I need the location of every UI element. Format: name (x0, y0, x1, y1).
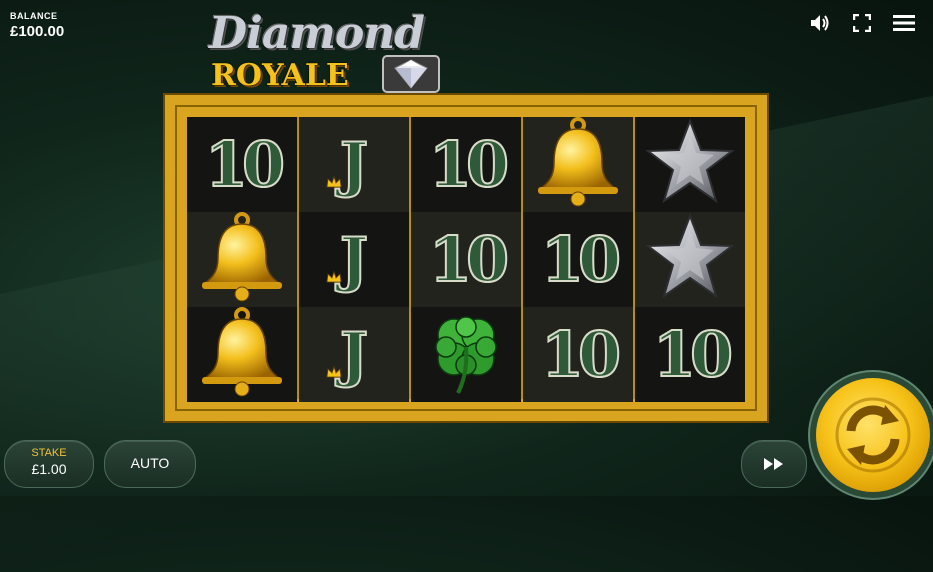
reel-1: 10 (187, 117, 297, 402)
reel-2: JJJ (299, 117, 409, 402)
ten-symbol: 10 (540, 222, 622, 297)
ten-symbol: 10 (204, 127, 286, 202)
crown-icon (326, 270, 342, 282)
reel-cell: J (299, 307, 409, 402)
reel-cell: J (299, 117, 409, 212)
reel-5: 10 (635, 117, 745, 402)
reel-cell (523, 117, 633, 212)
stake-button[interactable]: STAKE £1.00 (4, 440, 94, 488)
clover-icon (420, 307, 512, 402)
reel-cell: 10 (523, 212, 633, 307)
logo-line2: ROYALE (211, 58, 349, 93)
star-icon (644, 212, 736, 307)
game-logo: Diamond ROYALE (205, 6, 455, 96)
reels-grid: 10 J J J 10 10 10 10 10 (187, 117, 745, 402)
balance-label: BALANCE (10, 11, 58, 21)
logo-line1: Diamond (209, 8, 425, 59)
reel-4: 10 10 (523, 117, 633, 402)
auto-button[interactable]: AUTO (104, 440, 196, 488)
reel-cell (187, 212, 297, 307)
reel-cell: 10 (523, 307, 633, 402)
stake-label: STAKE (31, 447, 67, 459)
ten-symbol: 10 (428, 222, 510, 297)
top-toolbar (809, 12, 915, 34)
stake-value: £1.00 (31, 461, 67, 477)
reel-cell: 10 (635, 307, 745, 402)
ten-symbol: 10 (428, 127, 510, 202)
fast-play-button[interactable] (741, 440, 807, 488)
reel-cell: 10 (411, 117, 521, 212)
menu-icon[interactable] (893, 12, 915, 34)
fullscreen-icon[interactable] (851, 12, 873, 34)
balance-display: BALANCE £100.00 (10, 11, 64, 40)
reel-cell (635, 212, 745, 307)
reel-cell: 10 (187, 117, 297, 212)
reel-3: 10 10 (411, 117, 521, 402)
ten-symbol: 10 (652, 317, 734, 392)
reel-cell (187, 307, 297, 402)
balance-value: £100.00 (10, 23, 65, 40)
jack-symbol: J (326, 319, 369, 391)
spin-arrows-icon (835, 397, 911, 473)
star-icon (644, 117, 736, 212)
reel-cell (635, 117, 745, 212)
bell-icon (196, 212, 288, 307)
diamond-gem-icon (382, 55, 440, 93)
jack-symbol: J (326, 224, 369, 296)
fast-forward-icon (764, 458, 783, 470)
jack-symbol: J (326, 129, 369, 201)
reels-frame: 10 J J J 10 10 10 10 10 (165, 95, 767, 421)
ten-symbol: 10 (540, 317, 622, 392)
bell-icon (196, 307, 288, 402)
crown-icon (326, 175, 342, 187)
reel-cell (411, 307, 521, 402)
spin-button[interactable] (816, 378, 930, 492)
crown-icon (326, 365, 342, 377)
reel-cell: 10 (411, 212, 521, 307)
reel-cell: J (299, 212, 409, 307)
speaker-icon[interactable] (809, 12, 831, 34)
bell-icon (532, 117, 624, 212)
